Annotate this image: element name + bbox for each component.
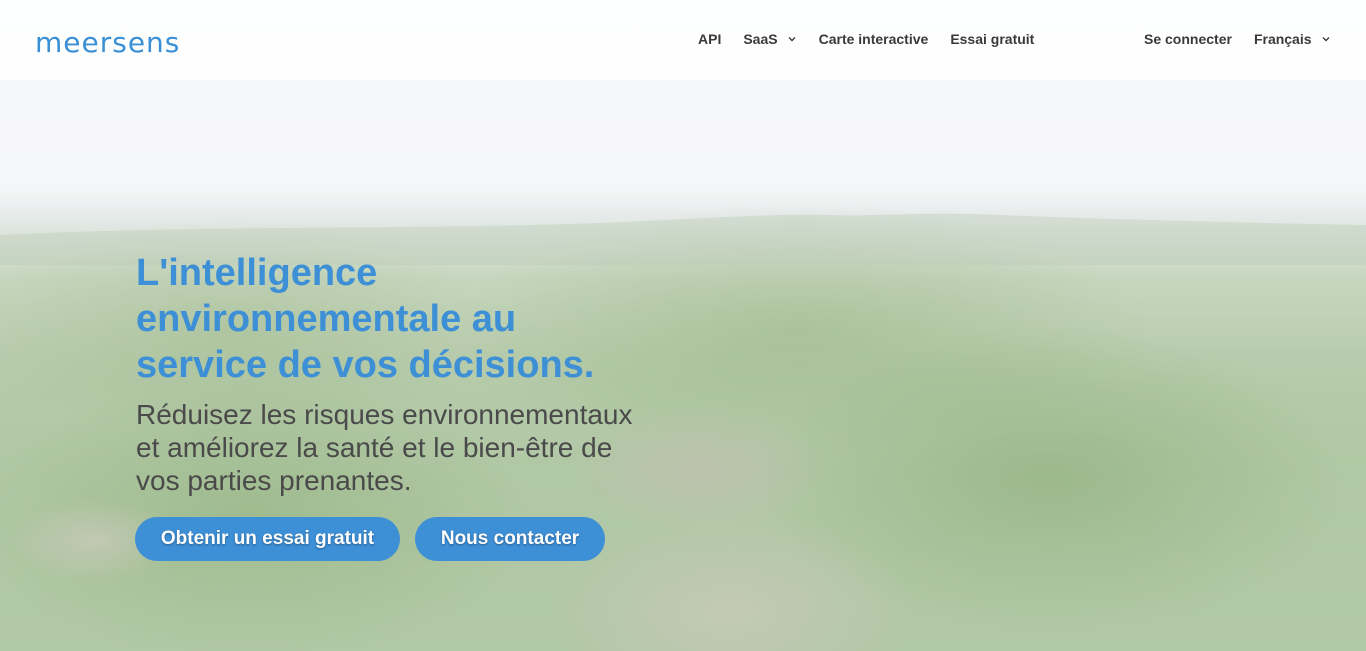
nav-item-api[interactable]: API [698, 31, 721, 47]
headline-line: L'intelligence [136, 252, 378, 294]
nav-item-label: SaaS [743, 31, 778, 47]
chevron-down-icon [1322, 37, 1330, 42]
contact-button[interactable]: Nous contacter [415, 517, 605, 561]
nav-item-label: Carte interactive [818, 31, 929, 47]
nav-item-label: Essai gratuit [950, 31, 1035, 47]
headline-line: environnementale au [136, 298, 517, 340]
nav-item-carte-interactive[interactable]: Carte interactive [819, 31, 929, 47]
nav-item-essai-gratuit[interactable]: Essai gratuit [950, 31, 1034, 47]
meersens-logo[interactable]: meersens [35, 26, 180, 59]
login-link[interactable]: Se connecter [1144, 31, 1232, 47]
header-actions: Se connecter Français [1144, 31, 1331, 47]
language-label: Français [1253, 31, 1312, 47]
subtext-line: vos parties prenantes. [136, 465, 412, 496]
headline-line: service de vos décisions. [136, 344, 595, 386]
hero-headline: L'intelligence environnementale au servi… [136, 250, 696, 388]
login-label: Se connecter [1144, 31, 1232, 47]
hero-subtext: Réduisez les risques environnementaux et… [136, 398, 696, 497]
language-selector[interactable]: Français [1254, 31, 1331, 47]
nav-item-saas[interactable]: SaaS [743, 31, 796, 47]
site-header: meersens API SaaS Carte interactive Essa… [0, 0, 1366, 80]
subtext-line: et améliorez la santé et le bien-être de [136, 432, 613, 463]
free-trial-button[interactable]: Obtenir un essai gratuit [135, 517, 400, 561]
subtext-line: Réduisez les risques environnementaux [136, 399, 633, 430]
chevron-down-icon [788, 37, 796, 42]
main-nav: API SaaS Carte interactive Essai gratuit [698, 31, 1056, 47]
nav-item-label: API [698, 31, 722, 47]
